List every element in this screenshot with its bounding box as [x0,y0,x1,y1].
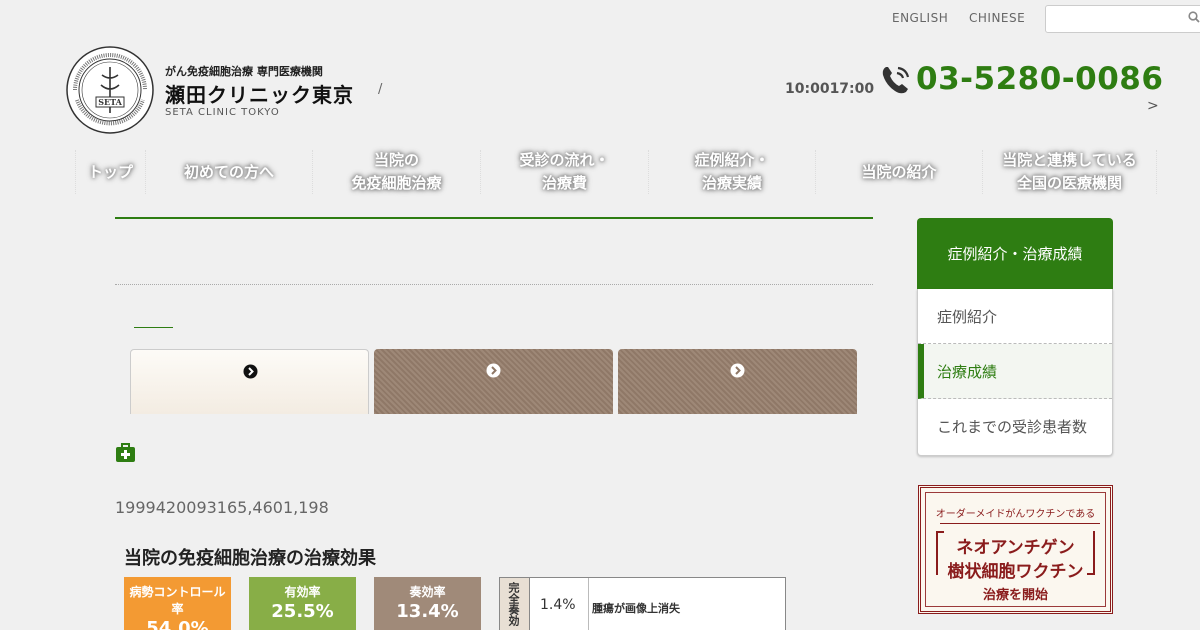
sidebar-menu: 症例紹介 治療成績 これまでの受診患者数 [917,289,1113,456]
stat-response-rate: 奏効率 13.4% [374,577,481,630]
sidebar-item-cases[interactable]: 症例紹介 [918,289,1112,344]
office-hours: 10:0017:00 [785,81,875,97]
stat-value: 54.0% [146,618,209,630]
banner-rule [940,523,1100,524]
nav-item-first-visit[interactable]: 初めての方へ [145,150,312,194]
banner-frame: オーダーメイドがんワクチンである ネオアンチゲン 樹状細胞ワクチン 治療を開始 [925,492,1106,607]
detail-separator [588,578,589,630]
clinic-name[interactable]: 瀬田クリニック東京 [165,79,354,108]
search-input[interactable] [1045,5,1200,33]
nav-item-immunotherapy[interactable]: 当院の 免疫細胞治療 [312,150,480,194]
phone-more-arrow[interactable]: > [1147,98,1159,114]
sidebar-item-results[interactable]: 治療成績 [918,344,1112,399]
vaccine-banner[interactable]: オーダーメイドがんワクチンである ネオアンチゲン 樹状細胞ワクチン 治療を開始 [918,485,1113,614]
nav-item-top[interactable]: トップ [75,150,145,194]
stat-value: 13.4% [396,601,459,622]
nav-item-partner-institutions[interactable]: 当院と連携している 全国の医療機関 [982,150,1157,194]
detail-head: 完全奏効 [500,578,530,630]
response-detail-table: 完全奏効 1.4% 腫瘍が画像上消失 [499,577,786,630]
content-tab-3[interactable] [618,349,857,414]
top-bar: ENGLISH CHINESE [0,0,1200,36]
phone-number[interactable]: 03-5280-0086 [916,61,1163,97]
sidebar-heading[interactable]: 症例紹介・治療成績 [917,218,1113,289]
detail-value: 1.4% [540,597,576,613]
circle-arrow-right-icon [486,363,501,378]
global-nav: トップ 初めての方へ 当院の 免疫細胞治療 受診の流れ・ 治療費 症例紹介・ 治… [75,150,1157,194]
clinic-seal-logo[interactable]: SETA [65,45,155,135]
header-separator: / [378,82,383,97]
stat-effective-rate: 有効率 25.5% [249,577,356,630]
stat-label: 有効率 [284,585,321,599]
section-divider [115,284,873,285]
stat-value: 25.5% [271,601,334,622]
stat-label: 奏効率 [409,585,446,599]
subheading-underline [134,327,173,328]
content-tab-2[interactable] [374,349,613,414]
nav-item-about[interactable]: 当院の紹介 [815,150,982,194]
circle-arrow-right-icon [243,364,258,379]
banner-title-line2: 樹状細胞ワクチン [947,562,1084,582]
content-tab-1[interactable] [130,349,369,414]
search-icon[interactable] [1188,11,1200,23]
sidebar-item-patient-count[interactable]: これまでの受診患者数 [918,399,1112,454]
title-underline [115,217,873,219]
phone-icon [882,66,910,94]
circle-arrow-right-icon [730,363,745,378]
lang-english-link[interactable]: ENGLISH [892,11,948,25]
medical-kit-icon [116,443,135,462]
svg-text:SETA: SETA [98,97,122,107]
stat-disease-control-rate: 病勢コントロール率 54.0% [124,577,231,630]
lang-chinese-link[interactable]: CHINESE [969,11,1025,25]
banner-lead-text: オーダーメイドがんワクチンである [935,509,1096,520]
clinic-tagline: がん免疫細胞治療 専門医療機関 [165,65,323,78]
detail-description: 腫瘍が画像上消失 [592,602,680,615]
nav-item-flow-fees[interactable]: 受診の流れ・ 治療費 [480,150,648,194]
clinic-name-english: SETA CLINIC TOKYO [165,107,280,118]
treatment-effect-title: 当院の免疫細胞治療の治療効果 [124,548,376,569]
patient-stats-text: 1999420093165,4601,198 [115,498,329,517]
nav-item-cases-results[interactable]: 症例紹介・ 治療実績 [648,150,815,194]
banner-title-line1: ネオアンチゲン [956,538,1075,558]
stat-label: 病勢コントロール率 [129,585,226,616]
banner-subtitle: 治療を開始 [982,588,1048,603]
